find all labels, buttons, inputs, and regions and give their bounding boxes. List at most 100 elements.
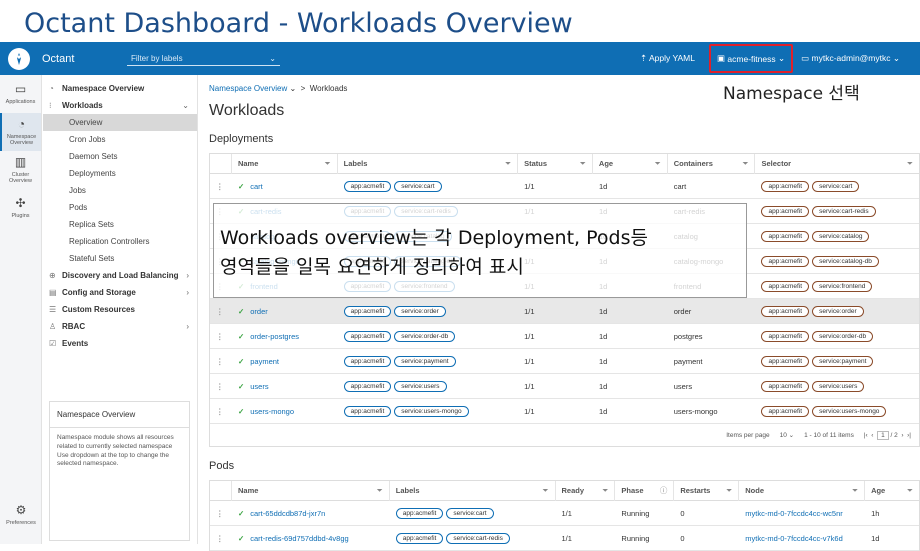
nav-item-overview[interactable]: Overview xyxy=(43,114,197,131)
selector-chip[interactable]: app:acmefit xyxy=(761,230,810,242)
label-chip[interactable]: app:acmefit xyxy=(343,405,392,417)
nav-workloads[interactable]: ⁝ Workloads ⌄ xyxy=(43,97,197,114)
row-actions-icon[interactable]: ⋮ xyxy=(210,509,232,518)
nav-item-jobs[interactable]: Jobs xyxy=(43,182,197,199)
column-header[interactable]: Phase ⓘ xyxy=(615,480,675,501)
nav-events[interactable]: ☑ Events xyxy=(43,335,197,352)
page-size-select[interactable]: 10 ⌄ xyxy=(780,431,795,439)
label-chip[interactable]: app:acmefit xyxy=(343,305,392,317)
deployment-link[interactable]: users xyxy=(250,382,268,391)
nav-config[interactable]: ▤ Config and Storage › xyxy=(43,284,197,301)
label-chip[interactable]: app:acmefit xyxy=(395,532,444,544)
selector-chip[interactable]: service:catalog xyxy=(812,230,870,242)
selector-chip[interactable]: service:order xyxy=(812,305,864,317)
selector-chip[interactable]: app:acmefit xyxy=(761,280,810,292)
nav-item-cron-jobs[interactable]: Cron Jobs xyxy=(43,131,197,148)
table-row[interactable]: ⋮ ✓ cart app:acmefit service:cart 1/1 1d cart ap… xyxy=(210,174,919,199)
column-header[interactable]: Name ⏷ xyxy=(232,480,390,501)
label-chip[interactable]: app:acmefit xyxy=(343,355,392,367)
label-chip[interactable]: service:cart xyxy=(446,507,494,519)
column-header[interactable]: Containers ⏷ xyxy=(668,153,756,174)
selector-chip[interactable]: app:acmefit xyxy=(761,355,810,367)
row-actions-icon[interactable]: ⋮ xyxy=(210,407,232,416)
label-chip[interactable]: app:acmefit xyxy=(395,507,444,519)
selector-chip[interactable]: service:order-db xyxy=(812,330,874,342)
table-row[interactable]: ⋮ ✓ payment app:acmefit service:payment 1/1 1d… xyxy=(210,349,919,374)
table-row[interactable]: ⋮ ✓ cart-redis-69d757ddbd-4v8gg app:acmefit… xyxy=(210,526,919,551)
nav-rbac[interactable]: ♙ RBAC › xyxy=(43,318,197,335)
context-selector[interactable]: ▭ mytkc-admin@mytkc ⌄ xyxy=(801,53,900,64)
table-row[interactable]: ⋮ ✓ cart-65ddcdb87d-jxr7n app:acmefit servic… xyxy=(210,501,919,526)
label-chip[interactable]: service:payment xyxy=(394,355,456,367)
selector-chip[interactable]: app:acmefit xyxy=(761,380,810,392)
table-row[interactable]: ⋮ ✓ order app:acmefit service:order 1/1 1d orde… xyxy=(210,299,919,324)
selector-chip[interactable]: service:payment xyxy=(812,355,874,367)
deployment-link[interactable]: payment xyxy=(250,357,279,366)
column-header[interactable]: Ready ⏷ xyxy=(556,480,616,501)
column-header[interactable]: Age ⏷ xyxy=(865,481,919,501)
label-chip[interactable]: service:cart-redis xyxy=(446,532,510,544)
row-actions-icon[interactable]: ⋮ xyxy=(210,357,232,366)
selector-chip[interactable]: service:frontend xyxy=(812,280,873,292)
deployment-link[interactable]: cart xyxy=(250,182,263,191)
row-actions-icon[interactable]: ⋮ xyxy=(210,307,232,316)
selector-chip[interactable]: app:acmefit xyxy=(761,405,810,417)
column-header[interactable]: Restarts ⏷ xyxy=(674,480,740,501)
breadcrumb-link[interactable]: Namespace Overview xyxy=(209,84,287,93)
deployment-link[interactable]: order-postgres xyxy=(250,332,299,341)
selector-chip[interactable]: app:acmefit xyxy=(761,330,810,342)
column-header[interactable]: Selector ⏷ xyxy=(755,154,919,174)
label-chip[interactable]: app:acmefit xyxy=(343,330,392,342)
selector-chip[interactable]: service:users-mongo xyxy=(812,405,887,417)
table-row[interactable]: ⋮ ✓ users-mongo app:acmefit service:users-mo… xyxy=(210,399,919,424)
label-chip[interactable]: service:order-db xyxy=(394,330,456,342)
label-chip[interactable]: service:cart xyxy=(394,180,442,192)
table-row[interactable]: ⋮ ✓ order-postgres app:acmefit service:order… xyxy=(210,324,919,349)
node-link[interactable]: mytkc-md-0-7fccdc4cc-wc5nr xyxy=(739,509,865,518)
node-link[interactable]: mytkc-md-0-7fccdc4cc-v7k6d xyxy=(739,534,865,543)
selector-chip[interactable]: app:acmefit xyxy=(761,305,810,317)
label-filter-input[interactable]: Filter by labels ⌄ xyxy=(127,52,280,66)
rail-namespace-overview[interactable]: ◔ Namespace Overview xyxy=(0,113,41,151)
label-chip[interactable]: app:acmefit xyxy=(343,380,392,392)
column-header[interactable]: Labels ⏷ xyxy=(390,480,556,501)
chevron-down-icon[interactable]: ⌄ xyxy=(289,84,296,93)
selector-chip[interactable]: service:users xyxy=(812,380,865,392)
pod-link[interactable]: cart-redis-69d757ddbd-4v8gg xyxy=(250,534,348,543)
row-actions-icon[interactable]: ⋮ xyxy=(210,382,232,391)
column-header[interactable]: Node ⏷ xyxy=(739,480,866,501)
selector-chip[interactable]: app:acmefit xyxy=(761,205,810,217)
nav-namespace-overview[interactable]: ◔ Namespace Overview xyxy=(43,80,197,97)
rail-plugins[interactable]: ✣ Plugins xyxy=(0,189,41,227)
nav-item-replica-sets[interactable]: Replica Sets xyxy=(43,216,197,233)
label-chip[interactable]: service:users xyxy=(394,380,447,392)
pod-link[interactable]: cart-65ddcdb87d-jxr7n xyxy=(250,509,325,518)
label-chip[interactable]: app:acmefit xyxy=(343,180,392,192)
label-chip[interactable]: service:users-mongo xyxy=(394,405,469,417)
selector-chip[interactable]: service:catalog-db xyxy=(812,255,879,267)
nav-item-daemon-sets[interactable]: Daemon Sets xyxy=(43,148,197,165)
page-nav[interactable]: |‹ ‹ 1 / 2 › ›| xyxy=(864,430,911,440)
row-actions-icon[interactable]: ⋮ xyxy=(210,332,232,341)
deployment-link[interactable]: users-mongo xyxy=(250,407,294,416)
selector-chip[interactable]: service:cart-redis xyxy=(812,205,876,217)
column-header[interactable]: Labels ⏷ xyxy=(338,153,519,174)
selector-chip[interactable]: service:cart xyxy=(812,180,860,192)
row-actions-icon[interactable]: ⋮ xyxy=(210,182,232,191)
deployment-link[interactable]: order xyxy=(250,307,268,316)
rail-applications[interactable]: ▭ Applications xyxy=(0,75,41,113)
selector-chip[interactable]: app:acmefit xyxy=(761,255,810,267)
row-actions-icon[interactable]: ⋮ xyxy=(210,534,232,543)
apply-yaml-button[interactable]: ⇡ Apply YAML xyxy=(640,53,695,64)
nav-discovery[interactable]: ⊕ Discovery and Load Balancing › xyxy=(43,267,197,284)
rail-cluster-overview[interactable]: ▥ Cluster Overview xyxy=(0,151,41,189)
table-row[interactable]: ⋮ ✓ users app:acmefit service:users 1/1 1d user… xyxy=(210,374,919,399)
column-header[interactable]: Age ⏷ xyxy=(593,153,668,174)
column-header[interactable]: Status ⏷ xyxy=(518,153,593,174)
nav-item-stateful-sets[interactable]: Stateful Sets xyxy=(43,250,197,267)
column-header[interactable]: Name ⏷ xyxy=(232,153,338,174)
nav-custom-resources[interactable]: ☰ Custom Resources xyxy=(43,301,197,318)
label-chip[interactable]: service:order xyxy=(394,305,446,317)
nav-item-replication-controllers[interactable]: Replication Controllers xyxy=(43,233,197,250)
nav-item-pods[interactable]: Pods xyxy=(43,199,197,216)
